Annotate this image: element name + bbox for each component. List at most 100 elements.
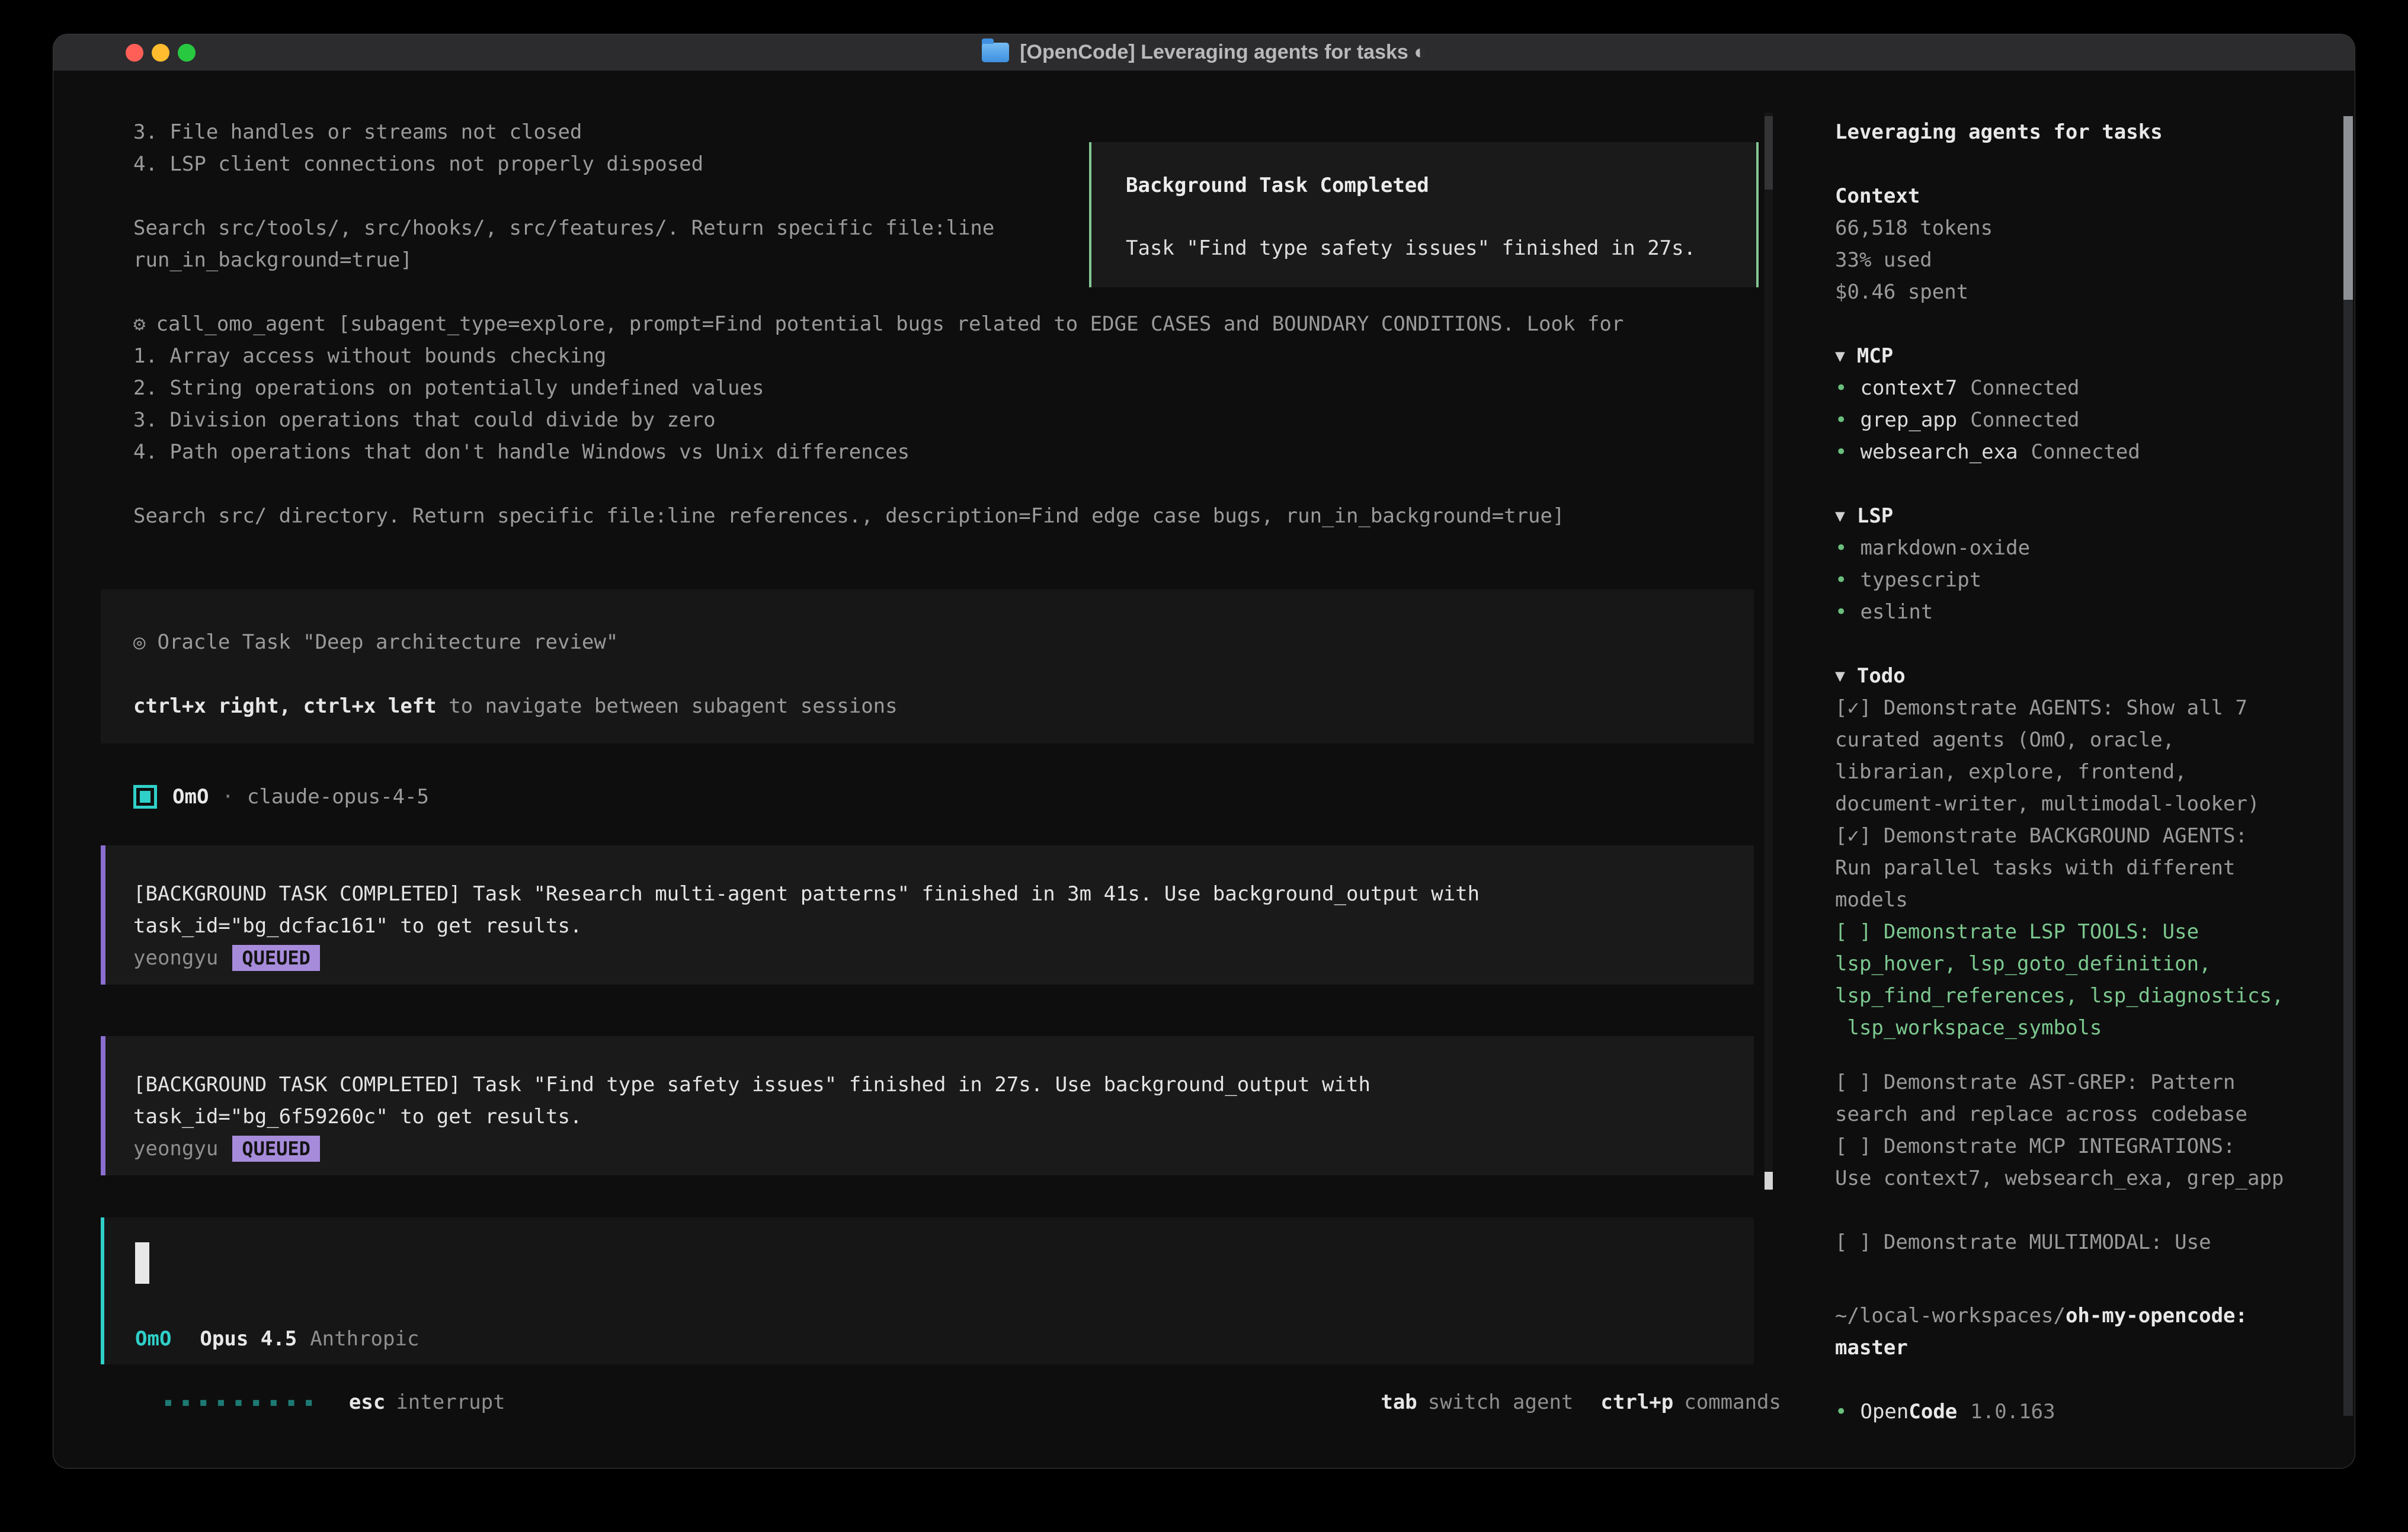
sidebar: Leveraging agents for tasks Context 66,5… — [1835, 116, 2339, 1428]
esc-key-hint: esc — [349, 1386, 385, 1418]
todo-section-heading: ▼ Todo — [1835, 660, 2339, 692]
zoom-button[interactable] — [178, 44, 196, 62]
mcp-item: •context7Connected — [1835, 372, 2339, 404]
status-badge: QUEUED — [232, 945, 320, 971]
minimize-button[interactable] — [152, 44, 169, 62]
oracle-task-text: Oracle Task "Deep architecture review" — [157, 630, 618, 654]
todo-done-line: models — [1835, 884, 2339, 916]
todo-pending-line: [ ] Demonstrate AST-GREP: Pattern — [1835, 1066, 2339, 1098]
todo-pending-line: [ ] Demonstrate MCP INTEGRATIONS: — [1835, 1130, 2339, 1162]
collapse-triangle-icon: ▼ — [1835, 340, 1845, 372]
tool-call-item: 2. String operations on potentially unde… — [101, 372, 1754, 404]
input-agent-name[interactable]: OmO — [135, 1323, 171, 1355]
mcp-name: context7 — [1860, 372, 1957, 404]
sidebar-scrollbar-track[interactable] — [2343, 116, 2353, 1416]
mcp-status: Connected — [1970, 372, 2079, 404]
agent-separator: · — [222, 785, 233, 809]
lsp-heading-label: LSP — [1857, 500, 1893, 532]
sidebar-title: Leveraging agents for tasks — [1835, 116, 2339, 148]
background-task-result: [BACKGROUND TASK COMPLETED] Task "Find t… — [101, 1036, 1754, 1175]
gear-icon: ⚙ — [133, 312, 145, 336]
task-result-line: task_id="bg_dcfac161" to get results. — [133, 910, 1754, 942]
esc-key-label: interrupt — [396, 1386, 505, 1418]
traffic-lights — [126, 44, 196, 62]
toast-body: Task "Find type safety issues" finished … — [1126, 232, 1756, 264]
context-tokens: 66,518 tokens — [1835, 212, 2339, 244]
task-result-line: task_id="bg_6f59260c" to get results. — [133, 1101, 1754, 1133]
lsp-section-heading: ▼ LSP — [1835, 500, 2339, 532]
input-provider-name: Anthropic — [310, 1323, 419, 1355]
main-scrollbar-track[interactable] — [1765, 113, 1773, 1191]
todo-done-line: [✓] Demonstrate AGENTS: Show all 7 — [1835, 692, 2339, 724]
todo-pending-line: [ ] Demonstrate MULTIMODAL: Use — [1835, 1226, 2339, 1258]
todo-active-line: lsp_find_references, lsp_diagnostics, — [1835, 980, 2339, 1012]
agent-name: OmO — [172, 785, 209, 809]
todo-done-line: curated agents (OmO, oracle, — [1835, 724, 2339, 756]
mcp-status: Connected — [1970, 404, 2079, 436]
hint-keys: ctrl+x right, ctrl+x left — [133, 694, 437, 718]
agent-square-icon — [133, 785, 157, 809]
background-task-toast: Background Task Completed Task "Find typ… — [1089, 142, 1759, 287]
folder-icon — [982, 43, 1009, 62]
todo-pending-line: Use context7, websearch_exa, grep_app — [1835, 1162, 2339, 1194]
main-scrollbar-thumb[interactable] — [1765, 1172, 1773, 1190]
mcp-name: grep_app — [1860, 404, 1957, 436]
oracle-icon: ◎ — [133, 630, 145, 654]
toast-title: Background Task Completed — [1126, 169, 1756, 201]
conversation-area: 3. File handles or streams not closed 4.… — [101, 116, 1754, 1364]
lsp-name: typescript — [1860, 564, 1981, 596]
mcp-section-heading: ▼MCP — [1835, 340, 2339, 372]
lsp-name: markdown-oxide — [1860, 532, 2030, 564]
app-name-open: Open — [1860, 1396, 1909, 1428]
lsp-name: eslint — [1860, 596, 1933, 628]
input-model-name[interactable]: Opus 4.5 — [200, 1323, 297, 1355]
task-result-meta: yeongyu QUEUED — [133, 942, 1754, 974]
bullet-icon: • — [1835, 596, 1847, 628]
tool-call-tail: Search src/ directory. Return specific f… — [101, 500, 1754, 532]
todo-pending-line: search and replace across codebase — [1835, 1098, 2339, 1130]
todo-active-line: [ ] Demonstrate LSP TOOLS: Use — [1835, 916, 2339, 948]
workspace-path: ~/local-workspaces/oh-my-opencode: — [1835, 1300, 2339, 1332]
mcp-name: websearch_exa — [1860, 436, 2018, 468]
tool-call-item: 4. Path operations that don't handle Win… — [101, 436, 1754, 468]
tool-call-item: 3. Division operations that could divide… — [101, 404, 1754, 436]
todo-active-line: lsp_workspace_symbols — [1835, 1012, 2339, 1044]
context-used: 33% used — [1835, 244, 2339, 276]
status-bar: ▪▪▪▪▪▪▪▪▪escinterrupt tabswitch agentctr… — [164, 1386, 1781, 1418]
collapse-triangle-icon: ▼ — [1835, 500, 1845, 532]
terminal-window: [OpenCode] Leveraging agents for tasks ◐… — [53, 34, 2355, 1468]
bullet-icon: • — [1835, 532, 1847, 564]
lsp-item: • eslint — [1835, 596, 2339, 628]
tool-call-item: 1. Array access without bounds checking — [101, 340, 1754, 372]
close-button[interactable] — [126, 44, 143, 62]
todo-done-line: librarian, explore, frontend, — [1835, 756, 2339, 788]
sidebar-scrollbar-thumb[interactable] — [2343, 116, 2353, 300]
task-result-meta: yeongyuQUEUED — [133, 1133, 1754, 1165]
window-titlebar[interactable]: [OpenCode] Leveraging agents for tasks ◐ — [53, 34, 2355, 71]
app-name-code: Code — [1909, 1396, 1957, 1428]
todo-done-line: document-writer, multimodal-looker) — [1835, 788, 2339, 820]
mcp-status: Connected — [2031, 436, 2140, 468]
bullet-icon: • — [1835, 436, 1847, 468]
ctrlp-key-label: commands — [1684, 1386, 1781, 1418]
window-title: [OpenCode] Leveraging agents for tasks ◐ — [1020, 41, 1426, 64]
main-scrollbar-segment[interactable] — [1765, 116, 1773, 190]
task-author: yeongyu — [133, 946, 218, 970]
agent-model: claude-opus-4-5 — [247, 785, 429, 809]
prompt-input[interactable]: OmO Opus 4.5 Anthropic — [101, 1217, 1754, 1364]
workspace-path-prefix: ~/local-workspaces/ — [1835, 1300, 2066, 1332]
status-left: ▪▪▪▪▪▪▪▪▪escinterrupt — [164, 1386, 505, 1418]
context-spent: $0.46 spent — [1835, 276, 2339, 308]
workspace-branch: master — [1835, 1332, 2339, 1364]
bullet-icon: • — [1835, 404, 1847, 436]
mcp-item: • websearch_exa Connected — [1835, 436, 2339, 468]
input-modeline: OmO Opus 4.5 Anthropic — [135, 1323, 419, 1355]
tab-key-label: switch agent — [1428, 1386, 1574, 1418]
todo-done-line: Run parallel tasks with different — [1835, 852, 2339, 884]
todo-heading-label: Todo — [1857, 660, 1906, 692]
tab-key-hint: tab — [1381, 1386, 1417, 1418]
bullet-icon: • — [1835, 564, 1847, 596]
collapse-triangle-icon: ▼ — [1835, 660, 1845, 692]
ctrlp-key-hint: ctrl+p — [1600, 1386, 1673, 1418]
oracle-task-box: ◎Oracle Task "Deep architecture review" … — [101, 589, 1754, 743]
